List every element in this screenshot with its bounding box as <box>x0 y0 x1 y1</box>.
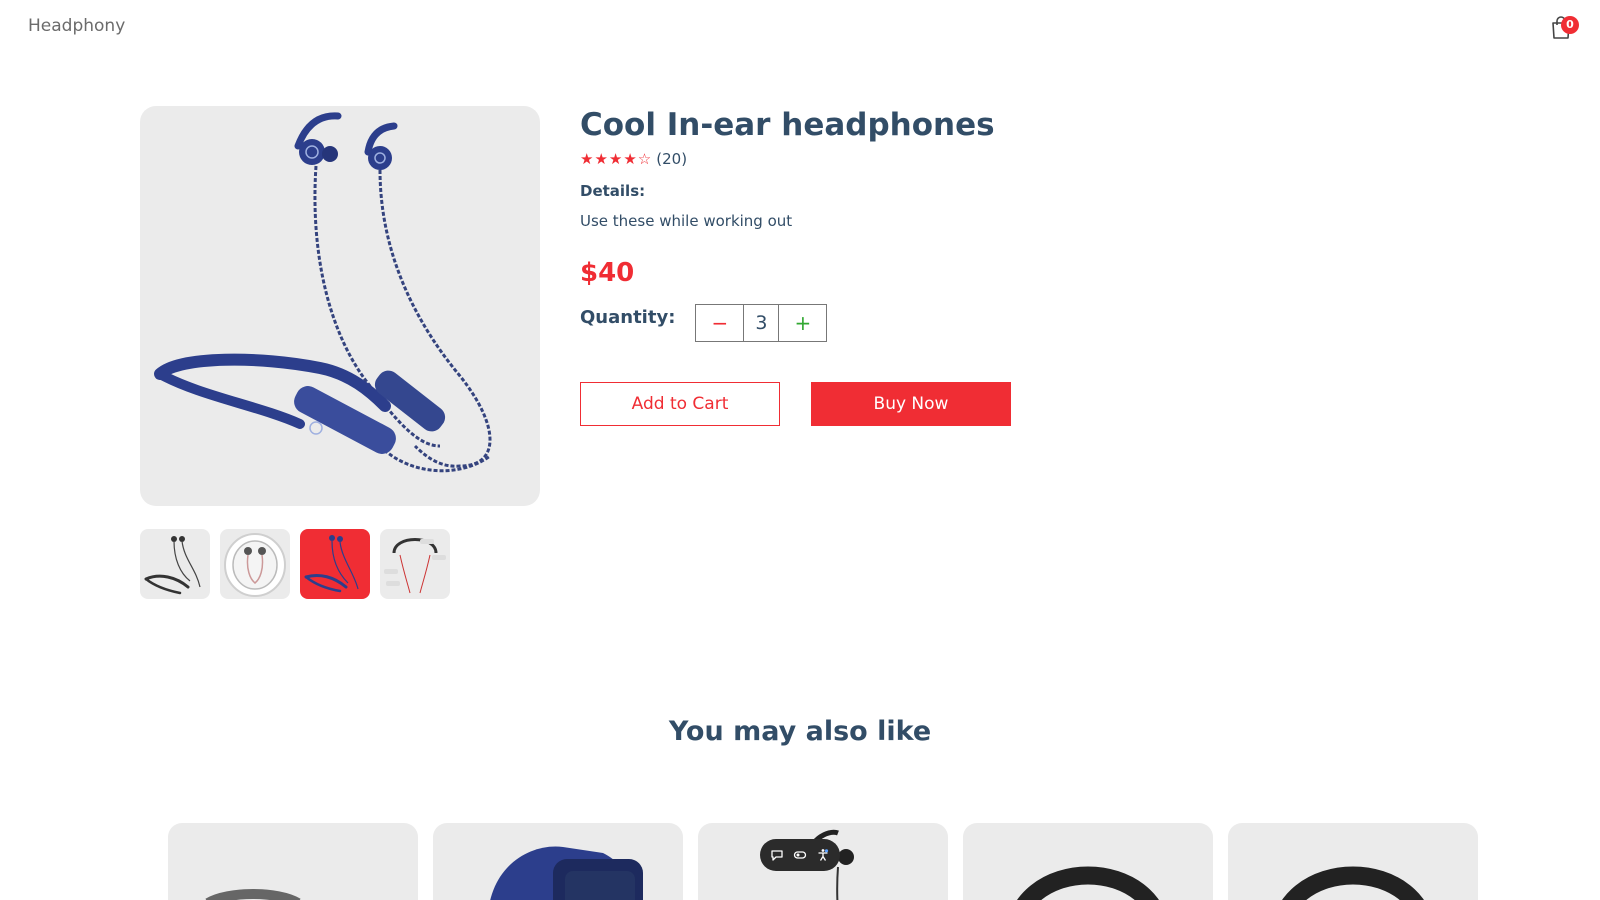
chat-bubble-icon[interactable] <box>768 846 786 864</box>
product-price: $40 <box>580 258 635 288</box>
add-to-cart-button[interactable]: Add to Cart <box>580 382 780 426</box>
purchase-buttons: Add to Cart Buy Now <box>580 382 1180 426</box>
quantity-stepper: − 3 + <box>695 304 828 342</box>
recommendation-product-image <box>1017 866 1159 900</box>
thumbnail-headphones-image <box>144 536 201 595</box>
recommendation-card[interactable] <box>1228 823 1478 900</box>
cart-count-badge: 0 <box>1561 16 1579 34</box>
quantity-decrease-button[interactable]: − <box>696 305 743 341</box>
buy-now-button[interactable]: Buy Now <box>811 382 1011 426</box>
review-count: (20) <box>656 150 688 168</box>
quantity-increase-button[interactable]: + <box>779 305 826 341</box>
details-description: Use these while working out <box>580 212 793 230</box>
recommendation-product-image <box>205 889 301 900</box>
recommendation-card[interactable] <box>433 823 683 900</box>
product-title: Cool In-ear headphones <box>580 107 995 143</box>
product-details: Cool In-ear headphones ★★★★☆ (20) Detail… <box>580 106 1180 426</box>
recommendation-product-image <box>1282 866 1424 900</box>
quantity-value: 3 <box>743 305 780 341</box>
recommendations-title: You may also like <box>668 716 932 747</box>
thumbnail-2[interactable] <box>220 529 290 599</box>
thumbnail-strip <box>140 529 450 599</box>
floating-toolbar <box>760 839 840 871</box>
quantity-label: Quantity: <box>580 306 676 328</box>
thumbnail-blue-headphones-image <box>304 535 359 593</box>
accessibility-icon[interactable] <box>814 846 832 864</box>
recommendation-card[interactable] <box>168 823 418 900</box>
navbar: Headphony 0 <box>0 0 1600 56</box>
recommendation-product-image <box>490 846 643 900</box>
details-heading: Details: <box>580 182 646 200</box>
product-main-image <box>140 106 540 506</box>
thumbnail-headphones-features-image <box>384 538 446 594</box>
recommendation-card[interactable] <box>963 823 1213 900</box>
star-rating-icon: ★★★★☆ <box>580 150 653 168</box>
logo[interactable]: Headphony <box>28 16 125 36</box>
thumbnail-1[interactable] <box>140 529 210 599</box>
thumbnail-headphones-case-image <box>224 533 286 597</box>
quantity-row: Quantity: − 3 + <box>580 304 1180 342</box>
thumbnail-4[interactable] <box>380 529 450 599</box>
toggle-view-icon[interactable] <box>791 846 809 864</box>
product-rating: ★★★★☆ (20) <box>580 150 1180 168</box>
neckband-headphones-image <box>154 112 492 473</box>
thumbnail-3-selected[interactable] <box>300 529 370 599</box>
